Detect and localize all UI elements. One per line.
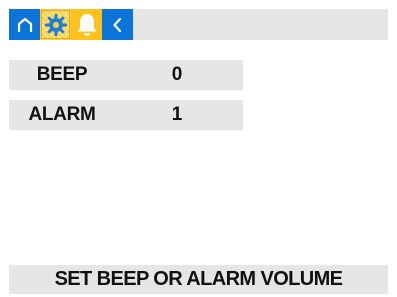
bell-icon [77, 13, 96, 36]
toolbar [9, 9, 388, 40]
device-screen: BEEP 0 ALARM 1 SET BEEP OR ALARM VOLUME [9, 9, 388, 294]
settings-icon-frame [41, 10, 70, 39]
beep-setting-row[interactable]: BEEP 0 [9, 60, 243, 90]
back-button[interactable] [102, 9, 133, 40]
home-button[interactable] [9, 9, 40, 40]
beep-volume-value[interactable]: 0 [145, 60, 209, 90]
alarm-volume-value[interactable]: 1 [145, 100, 209, 130]
status-text: SET BEEP OR ALARM VOLUME [54, 268, 343, 290]
back-icon [112, 17, 121, 32]
alarm-setting-row[interactable]: ALARM 1 [9, 100, 243, 130]
beep-label: BEEP [36, 64, 88, 85]
gear-icon [44, 13, 67, 36]
alarm-button[interactable] [71, 9, 102, 40]
alarm-label: ALARM [28, 104, 96, 125]
settings-button[interactable] [40, 9, 71, 40]
status-bar: SET BEEP OR ALARM VOLUME [9, 265, 388, 294]
home-icon [17, 17, 32, 32]
